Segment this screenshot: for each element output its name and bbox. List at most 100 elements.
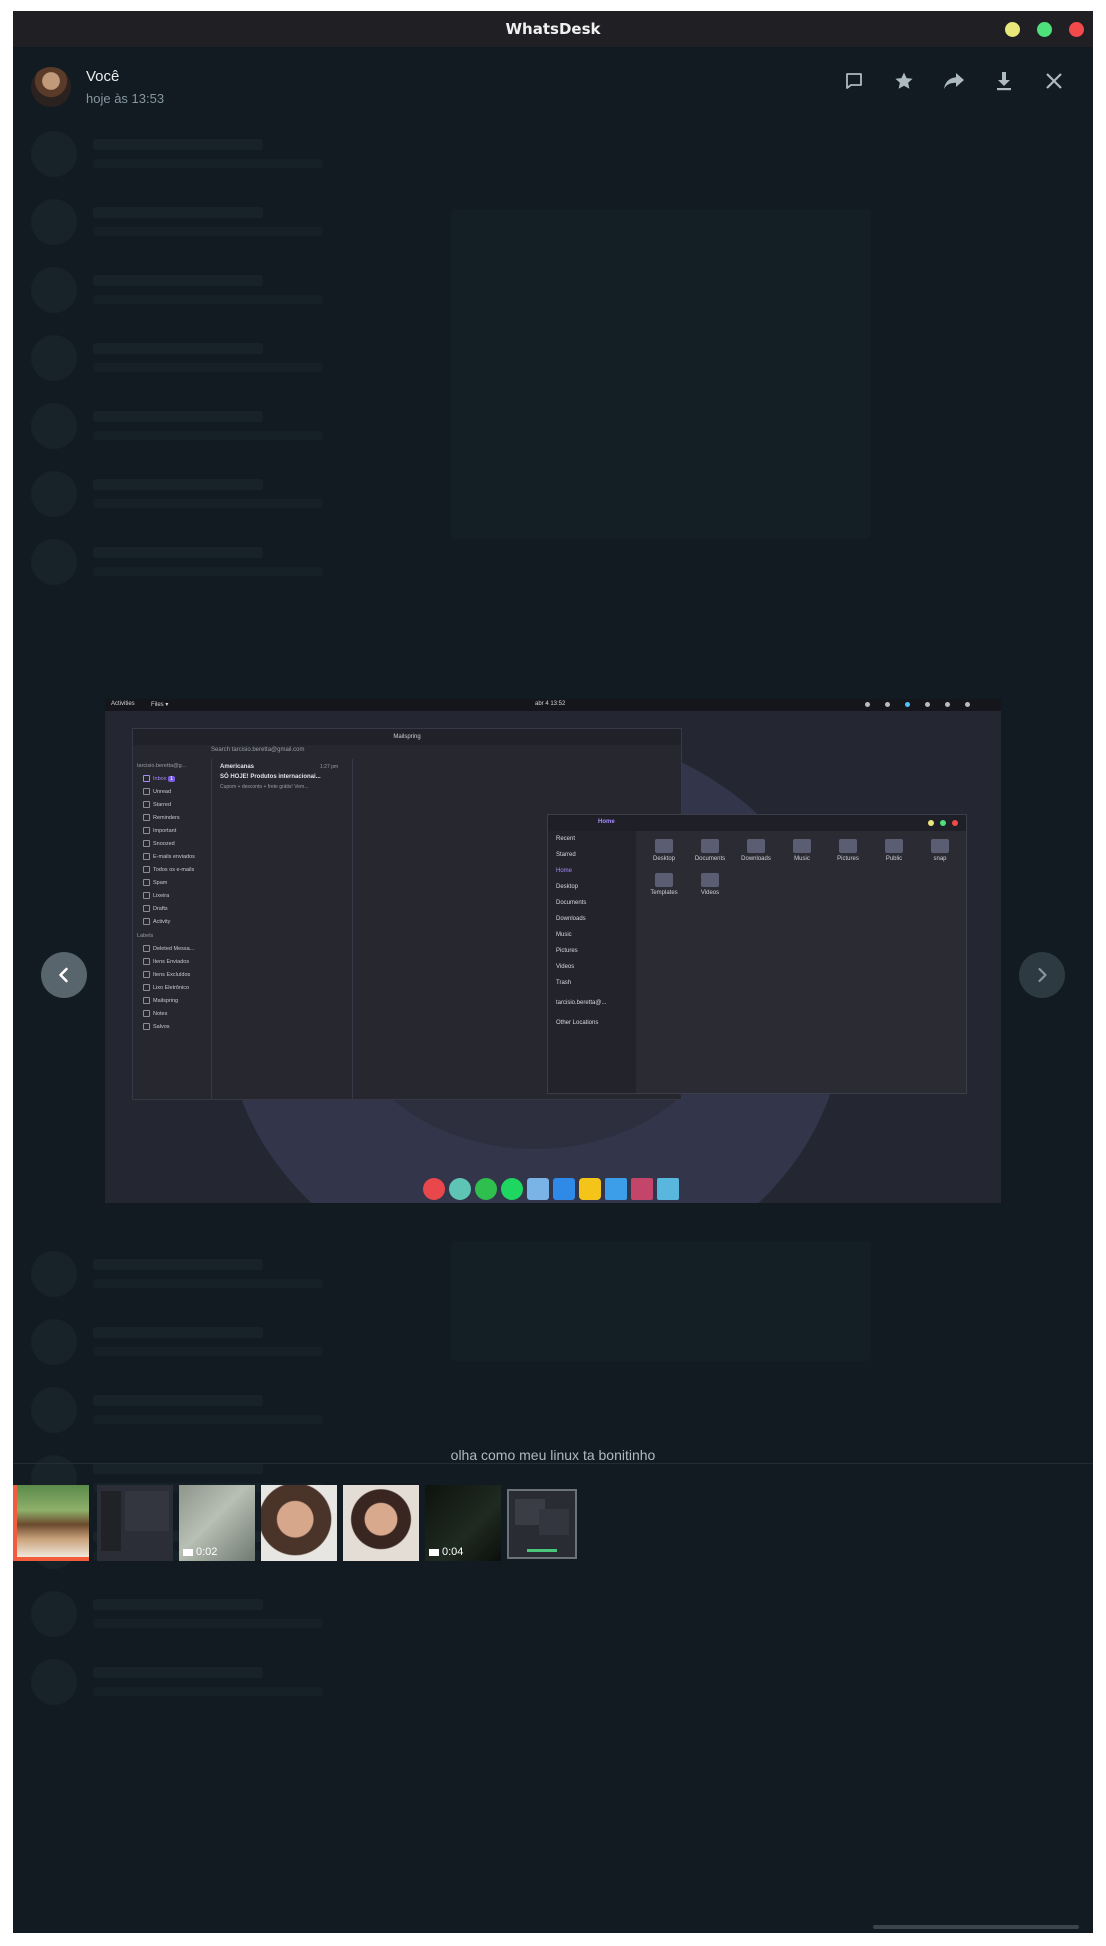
inbox-count-badge: 1: [168, 775, 176, 782]
message-icon: [846, 73, 862, 89]
forward-button[interactable]: [936, 63, 972, 99]
thumbnail-item[interactable]: [261, 1485, 337, 1561]
labels-header: Labels: [137, 933, 154, 939]
folder-item: Documents: [690, 839, 730, 862]
forward-icon: [944, 73, 964, 89]
mail-folder: Inbox: [153, 775, 167, 782]
star-button[interactable]: [886, 63, 922, 99]
next-media-button[interactable]: [1019, 952, 1065, 998]
message-timestamp: hoje às 13:53: [86, 91, 165, 106]
mail-label: Mailspring: [153, 997, 179, 1004]
folder-label: Desktop: [652, 856, 675, 862]
minimize-button[interactable]: [1005, 22, 1020, 37]
files-sidebar-item: Documents: [556, 900, 587, 906]
files-sidebar-item: Pictures: [556, 948, 578, 954]
thumbnail-item[interactable]: [97, 1485, 173, 1561]
dock-app-icon: [501, 1178, 523, 1200]
download-icon: [997, 72, 1011, 91]
mail-label: Notes: [153, 1010, 168, 1017]
mail-folder: Drafts: [153, 905, 168, 912]
folder-label: Music: [794, 856, 810, 862]
thumbnail-item-selected[interactable]: [13, 1485, 89, 1561]
mailspring-title: Mailspring: [133, 729, 681, 745]
files-sidebar-item: Starred: [556, 852, 576, 858]
mail-folder: Spam: [153, 879, 168, 886]
thumbnail-item[interactable]: 0:02: [179, 1485, 255, 1561]
video-camera-icon: [183, 1548, 193, 1556]
folder-label: Public: [885, 856, 903, 862]
mail-subject: SÓ HOJE! Produtos internacionai...: [220, 774, 321, 780]
mail-preview: Cupom + desconto + frete grátis! Vem...: [220, 784, 309, 790]
folder-label: Documents: [694, 856, 726, 862]
thumbnail-item[interactable]: [507, 1489, 577, 1559]
folder-label: Pictures: [837, 856, 859, 862]
go-to-message-button[interactable]: [836, 63, 872, 99]
thumbnail-item[interactable]: 0:04: [425, 1485, 501, 1561]
dock-app-icon: [631, 1178, 653, 1200]
files-sidebar-item: Downloads: [556, 916, 586, 922]
folder-item: Videos: [690, 873, 730, 896]
video-duration: 0:02: [183, 1546, 217, 1558]
avatar[interactable]: [31, 67, 71, 107]
media-viewer-header: Você hoje às 13:53: [13, 47, 1093, 119]
mail-folder: Important: [153, 827, 177, 834]
folder-item: Pictures: [828, 839, 868, 862]
folder-label: Videos: [700, 890, 720, 896]
mail-time: 1:27 pm: [320, 764, 339, 770]
files-sidebar-item: Other Locations: [556, 1020, 599, 1026]
gnome-top-bar: Activities Files ▾ abr 4 13:52: [105, 699, 1001, 711]
mail-folder: E-mails enviados: [153, 853, 195, 860]
media-caption: olha como meu linux ta bonitinho: [450, 1447, 656, 1463]
chevron-right-icon: [1038, 967, 1047, 983]
dock-app-icon: [527, 1178, 549, 1200]
thumbnail-item[interactable]: [343, 1485, 419, 1561]
mail-folder: Snoozed: [153, 840, 175, 847]
folder-label: snap: [933, 856, 947, 862]
mail-account: tarcisio.beretta@g...: [137, 763, 187, 769]
mail-folder: Starred: [153, 801, 172, 808]
chevron-left-icon: [59, 967, 68, 983]
window-title: WhatsDesk: [505, 20, 601, 38]
previous-media-button[interactable]: [41, 952, 87, 998]
dock-app-icon: [579, 1178, 601, 1200]
mail-sidebar: tarcisio.beretta@g... Inbox 1 Unread Sta…: [133, 759, 212, 1099]
app-window: WhatsDesk Você hoje às 13:53 Activities …: [13, 11, 1093, 1933]
files-sidebar-item: Recent: [556, 836, 576, 842]
mail-folder: Activity: [153, 918, 171, 925]
window-close-button[interactable]: [1069, 22, 1084, 37]
files-sidebar-item: tarcisio.beretta@...: [556, 1000, 607, 1006]
thumbnail-scrollbar[interactable]: [873, 1925, 1079, 1929]
folder-label: Downloads: [741, 856, 771, 862]
files-sidebar-item: Desktop: [556, 884, 579, 890]
mail-label: Itens Enviados: [153, 958, 190, 965]
files-sidebar-item: Home: [556, 868, 573, 874]
close-viewer-button[interactable]: [1036, 63, 1072, 99]
mail-label: Deleted Messa...: [153, 945, 195, 952]
dock-app-icon: [553, 1178, 575, 1200]
sender-name: Você: [86, 68, 120, 85]
folder-item: Desktop: [644, 839, 684, 862]
mail-folder: Reminders: [153, 814, 180, 821]
files-sidebar: Recent Starred Home Desktop Documents Do…: [548, 831, 636, 1093]
folder-item: Downloads: [736, 839, 776, 862]
folder-item: Music: [782, 839, 822, 862]
files-header: Home: [548, 815, 966, 831]
maximize-button[interactable]: [1037, 22, 1052, 37]
mail-message-list: Americanas 1:27 pm SÓ HOJE! Produtos int…: [212, 759, 353, 1099]
mail-folder: Unread: [153, 788, 172, 795]
files-menu-label: Files ▾: [151, 702, 169, 708]
folder-item: snap: [920, 839, 960, 862]
displayed-image: Activities Files ▾ abr 4 13:52 Mailsprin…: [105, 699, 1001, 1203]
mail-search: Search tarcisio.beretta@gmail.com: [211, 747, 305, 753]
title-bar: WhatsDesk: [13, 11, 1093, 47]
files-location: Home: [598, 819, 615, 825]
download-button[interactable]: [986, 63, 1022, 99]
video-camera-icon: [429, 1548, 439, 1556]
mail-sender: Americanas: [220, 764, 255, 770]
activities-label: Activities: [111, 701, 135, 707]
mail-label: Salvos: [153, 1023, 170, 1030]
files-sidebar-item: Music: [556, 932, 572, 938]
dock-app-icon: [423, 1178, 445, 1200]
dock-app-icon: [449, 1178, 471, 1200]
folder-label: Templates: [650, 890, 678, 896]
